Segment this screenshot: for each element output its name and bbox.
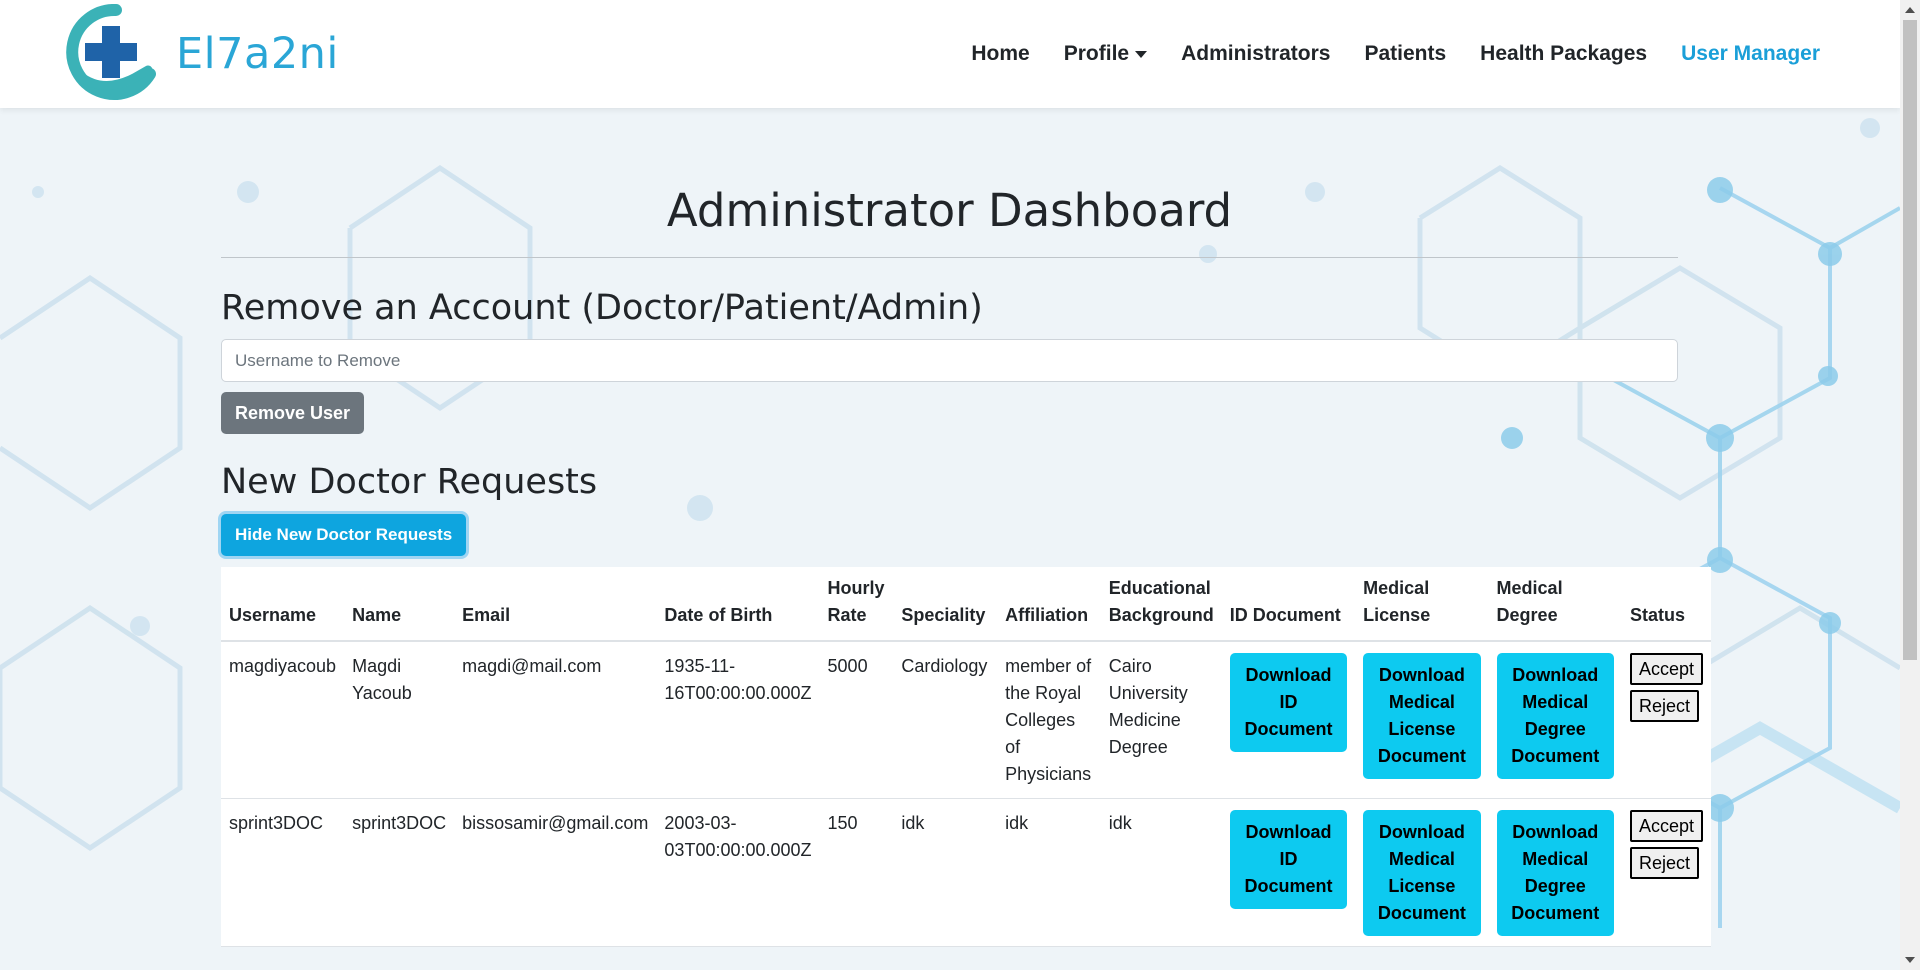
col-email: Email xyxy=(454,567,657,642)
col-id-document: ID Document xyxy=(1221,567,1356,642)
cell-hourly-rate: 150 xyxy=(819,798,894,947)
cell-medical-degree: Download Medical Degree Document xyxy=(1488,641,1622,799)
new-doctor-requests-heading: New Doctor Requests xyxy=(221,462,598,502)
cell-affiliation: member of the Royal Colleges of Physicia… xyxy=(997,641,1101,799)
medical-cross-hand-icon xyxy=(66,4,156,100)
cell-medical-license: Download Medical License Document xyxy=(1355,641,1489,799)
col-status: Status xyxy=(1621,567,1711,642)
cell-id-document: Download ID Document xyxy=(1221,798,1356,947)
table-row: sprint3DOC sprint3DOC bissosamir@gmail.c… xyxy=(221,798,1711,947)
table-header-row: Username Name Email Date of Birth Hourly… xyxy=(221,567,1711,642)
col-medical-degree: Medical Degree xyxy=(1488,567,1622,642)
cell-id-document: Download ID Document xyxy=(1221,641,1356,799)
cell-username: magdiyacoub xyxy=(221,641,345,799)
accept-button[interactable]: Accept xyxy=(1629,810,1703,842)
hide-new-doctor-requests-button[interactable]: Hide New Doctor Requests xyxy=(221,514,467,556)
cell-dob: 2003-03-03T00:00:00.000Z xyxy=(656,798,820,947)
cell-education: idk xyxy=(1100,798,1222,947)
col-affiliation: Affiliation xyxy=(997,567,1101,642)
download-medical-degree-button[interactable]: Download Medical Degree Document xyxy=(1496,810,1614,936)
download-medical-license-button[interactable]: Download Medical License Document xyxy=(1363,810,1481,936)
col-medical-license: Medical License xyxy=(1355,567,1489,642)
nav-administrators[interactable]: Administrators xyxy=(1181,42,1330,66)
cell-status: Accept Reject xyxy=(1621,641,1711,799)
main-nav: Home Profile Administrators Patients Hea… xyxy=(937,0,1820,108)
cell-affiliation: idk xyxy=(997,798,1101,947)
cell-speciality: Cardiology xyxy=(893,641,998,799)
cell-email: bissosamir@gmail.com xyxy=(454,798,657,947)
table-row: magdiyacoub Magdi Yacoub magdi@mail.com … xyxy=(221,641,1711,799)
top-navbar: El7a2ni Home Profile Administrators Pati… xyxy=(0,0,1900,108)
col-hourly-rate: Hourly Rate xyxy=(819,567,894,642)
vertical-scrollbar[interactable] xyxy=(1900,0,1920,970)
remove-account-heading: Remove an Account (Doctor/Patient/Admin) xyxy=(221,288,983,328)
cell-medical-license: Download Medical License Document xyxy=(1355,798,1489,947)
accept-button[interactable]: Accept xyxy=(1629,653,1703,685)
page-title: Administrator Dashboard xyxy=(221,184,1678,258)
cell-name: sprint3DOC xyxy=(344,798,455,947)
scrollbar-thumb[interactable] xyxy=(1903,20,1917,660)
download-medical-license-button[interactable]: Download Medical License Document xyxy=(1363,653,1481,779)
scroll-up-arrow-icon[interactable] xyxy=(1900,0,1920,20)
main-content: Administrator Dashboard Remove an Accoun… xyxy=(221,108,1713,947)
nav-health-packages[interactable]: Health Packages xyxy=(1480,42,1647,66)
nav-patients[interactable]: Patients xyxy=(1364,42,1446,66)
nav-home[interactable]: Home xyxy=(971,42,1029,66)
cell-dob: 1935-11-16T00:00:00.000Z xyxy=(656,641,820,799)
brand-name: El7a2ni xyxy=(176,29,339,79)
username-to-remove-input[interactable] xyxy=(221,339,1678,382)
cell-name: Magdi Yacoub xyxy=(344,641,455,799)
cell-speciality: idk xyxy=(893,798,998,947)
col-educational-background: Educational Background xyxy=(1100,567,1222,642)
nav-user-manager[interactable]: User Manager xyxy=(1681,42,1820,66)
reject-button[interactable]: Reject xyxy=(1629,847,1699,879)
download-medical-degree-button[interactable]: Download Medical Degree Document xyxy=(1496,653,1614,779)
col-dob: Date of Birth xyxy=(656,567,820,642)
nav-profile-dropdown[interactable]: Profile xyxy=(1063,42,1148,66)
reject-button[interactable]: Reject xyxy=(1629,690,1699,722)
cell-email: magdi@mail.com xyxy=(454,641,657,799)
nav-profile-label: Profile xyxy=(1063,42,1130,65)
cell-medical-degree: Download Medical Degree Document xyxy=(1488,798,1622,947)
col-name: Name xyxy=(344,567,455,642)
chevron-down-icon xyxy=(1135,50,1148,58)
download-id-document-button[interactable]: Download ID Document xyxy=(1229,653,1348,752)
cell-hourly-rate: 5000 xyxy=(819,641,894,799)
doctor-requests-table: Username Name Email Date of Birth Hourly… xyxy=(221,567,1711,947)
remove-user-button[interactable]: Remove User xyxy=(221,392,365,434)
scroll-down-arrow-icon[interactable] xyxy=(1900,950,1920,970)
brand[interactable]: El7a2ni xyxy=(58,4,339,104)
col-username: Username xyxy=(221,567,345,642)
cell-status: Accept Reject xyxy=(1621,798,1711,947)
download-id-document-button[interactable]: Download ID Document xyxy=(1229,810,1348,909)
cell-education: Cairo University Medicine Degree xyxy=(1100,641,1222,799)
col-speciality: Speciality xyxy=(893,567,998,642)
cell-username: sprint3DOC xyxy=(221,798,345,947)
